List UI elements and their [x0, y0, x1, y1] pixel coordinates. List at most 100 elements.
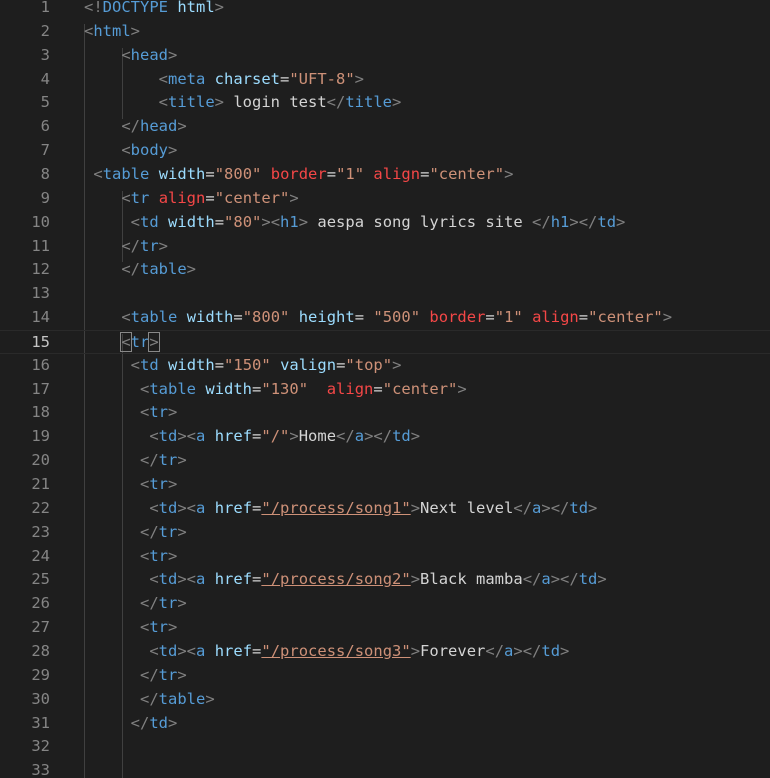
code-line[interactable]: 28 <td><a href="/process/song3">Forever<…	[0, 640, 770, 664]
code-line[interactable]: 14 <table width="800" height= "500" bord…	[0, 306, 770, 330]
line-number: 26	[31, 594, 50, 613]
line-code: </table>	[84, 258, 196, 282]
token-punc: >	[354, 69, 365, 88]
token-attr: width	[168, 355, 215, 374]
line-number: 17	[31, 379, 50, 398]
token-tag: td	[158, 641, 178, 660]
line-number: 13	[31, 284, 50, 303]
code-line[interactable]: 30 </table>	[0, 688, 770, 712]
token-punc: <	[140, 618, 150, 637]
token-punc: ></	[541, 498, 570, 517]
token-str: "/"	[261, 427, 290, 446]
code-line[interactable]: 22 <td><a href="/process/song1">Next lev…	[0, 497, 770, 521]
token-punc: ><	[261, 212, 281, 231]
token-str: "800"	[214, 164, 262, 183]
token-tag: body	[130, 141, 168, 160]
line-code: <table width="800" border="1" align="cen…	[84, 163, 513, 187]
token-tag: title	[345, 93, 393, 112]
line-number: 21	[31, 475, 50, 493]
code-line[interactable]: 7 <body>	[0, 139, 770, 163]
code-line[interactable]: 12 </table>	[0, 258, 770, 282]
code-line[interactable]: 33	[0, 759, 770, 778]
token-punc: ><	[177, 570, 197, 589]
token-text: Black mamba	[420, 570, 523, 589]
token-punc: >	[616, 212, 626, 231]
line-code: <title> login test</title>	[84, 91, 402, 115]
token-punc: >	[205, 689, 215, 708]
token-tag: tr	[158, 522, 178, 541]
line-number: 15	[31, 332, 50, 351]
code-line[interactable]: 32	[0, 735, 770, 759]
token-punc: >	[560, 641, 570, 660]
line-number: 2	[40, 21, 50, 40]
code-line[interactable]: 21 <tr>	[0, 473, 770, 497]
code-line[interactable]: 4 <meta charset="UFT-8">	[0, 68, 770, 92]
token-attr: href	[214, 427, 253, 446]
token-tag: td	[578, 570, 598, 589]
code-editor[interactable]: 1 <!DOCTYPE html> 2 <html> 3 <head> 4 <meta c…	[0, 0, 770, 778]
code-line[interactable]: 19 <td><a href="/">Home</a></td>	[0, 425, 770, 449]
code-line[interactable]: 9 <tr align="center">	[0, 187, 770, 211]
token-tag: tr	[158, 594, 178, 613]
token-punc: >	[168, 45, 178, 64]
token-punc: </	[130, 713, 150, 732]
token-punc: >	[504, 164, 514, 183]
token-tag: a	[532, 498, 542, 517]
code-line[interactable]: 13	[0, 282, 770, 306]
code-line[interactable]: 27 <tr>	[0, 616, 770, 640]
line-number: 25	[31, 570, 50, 589]
token-tag: td	[597, 212, 617, 231]
code-line[interactable]: 10 <td width="80"><h1> aespa song lyrics…	[0, 211, 770, 235]
code-line[interactable]: 26 </tr>	[0, 592, 770, 616]
token-warn: align	[532, 308, 579, 327]
code-line[interactable]: 8 <table width="800" border="1" align="c…	[0, 163, 770, 187]
code-line[interactable]: 5 <title> login test</title>	[0, 91, 770, 115]
token-tag: table	[140, 260, 187, 279]
code-line[interactable]: 11 </tr>	[0, 235, 770, 259]
token-punc: >	[410, 498, 421, 517]
token-text: =	[326, 164, 337, 183]
token-tag: table	[158, 689, 206, 708]
token-punc: >	[168, 141, 178, 160]
line-number: 22	[31, 498, 50, 517]
token-attr: width	[186, 308, 234, 327]
code-line[interactable]: 29 </tr>	[0, 664, 770, 688]
token-warn: align	[326, 379, 374, 398]
code-line[interactable]: 1 <!DOCTYPE html>	[0, 0, 770, 20]
token-str: "center"	[382, 379, 458, 398]
code-line[interactable]: 20 </tr>	[0, 449, 770, 473]
line-code: <td><a href="/process/song2">Black mamba…	[84, 568, 606, 592]
code-line[interactable]: 3 <head>	[0, 44, 770, 68]
code-line[interactable]: 6 </head>	[0, 115, 770, 139]
token-punc: <	[149, 641, 159, 660]
code-line[interactable]: 15 <tr>	[0, 329, 770, 354]
line-number: 7	[40, 141, 50, 160]
line-code: <tr align="center">	[84, 187, 298, 211]
code-line[interactable]: 23 </tr>	[0, 521, 770, 545]
code-line[interactable]: 16 <td width="150" valign="top">	[0, 354, 770, 378]
line-number: 14	[31, 308, 50, 327]
token-str: "150"	[224, 355, 271, 374]
code-line[interactable]: 31 </td>	[0, 712, 770, 736]
token-tag: h1	[550, 212, 570, 231]
code-line[interactable]: 18 <tr>	[0, 401, 770, 425]
line-code: </td>	[84, 712, 178, 736]
code-line[interactable]: 17 <table width="130" align="center">	[0, 378, 770, 402]
token-attr: width	[205, 379, 253, 398]
code-line[interactable]: 2 <html>	[0, 20, 770, 44]
code-line[interactable]: 24 <tr>	[0, 545, 770, 569]
code-line[interactable]: 25 <td><a href="/process/song2">Black ma…	[0, 568, 770, 592]
